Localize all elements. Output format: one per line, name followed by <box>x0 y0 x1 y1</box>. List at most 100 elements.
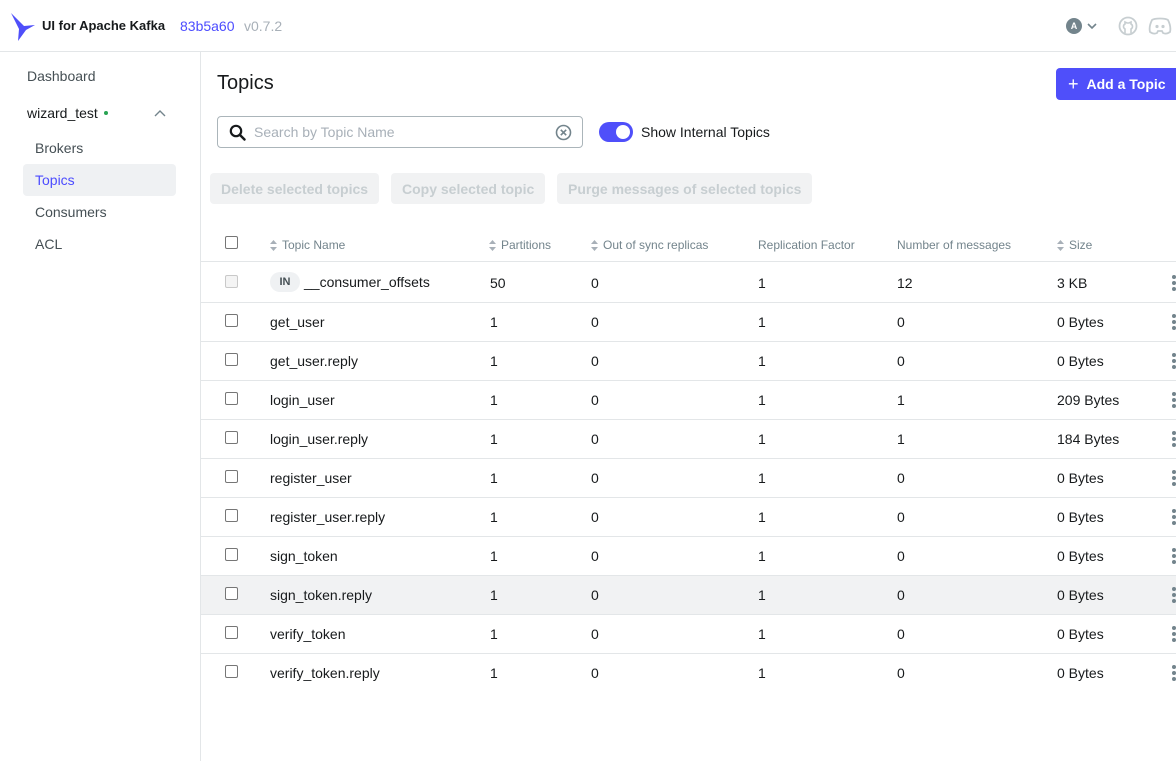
row-checkbox[interactable] <box>225 353 238 366</box>
user-menu[interactable]: A <box>1066 18 1098 34</box>
kafka-logo-icon[interactable] <box>10 12 36 42</box>
size-value: 0 Bytes <box>1057 626 1104 642</box>
topic-name-link[interactable]: get_user.reply <box>270 353 358 369</box>
table-row[interactable]: register_user.reply 1 0 1 0 0 Bytes <box>201 498 1176 537</box>
row-checkbox[interactable] <box>225 392 238 405</box>
more-actions-icon[interactable] <box>1171 586 1176 604</box>
add-topic-button[interactable]: + Add a Topic <box>1056 68 1176 100</box>
column-number-of-messages: Number of messages <box>897 238 1011 252</box>
more-actions-icon[interactable] <box>1171 352 1176 370</box>
topic-name-link[interactable]: login_user <box>270 392 335 408</box>
sidebar-item-brokers[interactable]: Brokers <box>23 132 176 164</box>
plus-icon: + <box>1068 74 1079 94</box>
table-row[interactable]: sign_token 1 0 1 0 0 Bytes <box>201 537 1176 576</box>
topic-name-link[interactable]: sign_token.reply <box>270 587 372 603</box>
sort-icon <box>591 239 598 251</box>
messages-value: 1 <box>897 431 905 447</box>
sidebar-item-consumers[interactable]: Consumers <box>23 196 176 228</box>
more-actions-icon[interactable] <box>1171 469 1176 487</box>
copy-selected-topic-button[interactable]: Copy selected topic <box>391 173 546 204</box>
topic-name-link[interactable]: register_user.reply <box>270 509 385 525</box>
sidebar-item-dashboard[interactable]: Dashboard <box>27 68 96 84</box>
sidebar-item-topics[interactable]: Topics <box>23 164 176 196</box>
sidebar-item-acl[interactable]: ACL <box>23 228 176 260</box>
messages-value: 0 <box>897 548 905 564</box>
out-of-sync-value: 0 <box>591 548 599 564</box>
version-hash-link[interactable]: 83b5a60 <box>180 18 235 34</box>
table-row[interactable]: login_user 1 0 1 1 209 Bytes <box>201 381 1176 420</box>
table-row[interactable]: register_user 1 0 1 0 0 Bytes <box>201 459 1176 498</box>
column-partitions[interactable]: Partitions <box>489 238 551 252</box>
more-actions-icon[interactable] <box>1171 391 1176 409</box>
github-icon[interactable] <box>1118 16 1138 36</box>
toggle-knob <box>616 125 630 139</box>
partitions-value: 1 <box>490 314 498 330</box>
more-actions-icon[interactable] <box>1171 625 1176 643</box>
topic-name-link[interactable]: get_user <box>270 314 324 330</box>
topic-name-link[interactable]: verify_token <box>270 626 345 642</box>
out-of-sync-value: 0 <box>591 431 599 447</box>
messages-value: 0 <box>897 353 905 369</box>
row-checkbox[interactable] <box>225 626 238 639</box>
select-all-checkbox[interactable] <box>225 236 238 249</box>
out-of-sync-value: 0 <box>591 626 599 642</box>
topic-name-link[interactable]: register_user <box>270 470 352 486</box>
more-actions-icon[interactable] <box>1171 664 1176 682</box>
column-topic-name[interactable]: Topic Name <box>270 238 345 252</box>
discord-icon[interactable] <box>1148 16 1172 36</box>
table-row[interactable]: verify_token 1 0 1 0 0 Bytes <box>201 615 1176 654</box>
row-checkbox[interactable] <box>225 587 238 600</box>
row-checkbox[interactable] <box>225 314 238 327</box>
chevron-up-icon[interactable] <box>154 109 166 117</box>
row-checkbox <box>225 275 238 288</box>
table-row[interactable]: sign_token.reply 1 0 1 0 0 Bytes <box>201 576 1176 615</box>
topic-name-link[interactable]: __consumer_offsets <box>304 274 430 290</box>
search-icon <box>229 124 246 141</box>
messages-value: 12 <box>897 275 913 291</box>
search-input[interactable] <box>254 122 544 142</box>
replication-value: 1 <box>758 470 766 486</box>
chevron-down-icon <box>1087 23 1097 30</box>
more-actions-icon[interactable] <box>1171 508 1176 526</box>
sidebar-cluster[interactable]: wizard_test <box>27 105 108 121</box>
out-of-sync-value: 0 <box>591 470 599 486</box>
topic-name-link[interactable]: login_user.reply <box>270 431 368 447</box>
more-actions-icon[interactable] <box>1171 430 1176 448</box>
table-row[interactable]: login_user.reply 1 0 1 1 184 Bytes <box>201 420 1176 459</box>
partitions-value: 1 <box>490 665 498 681</box>
messages-value: 0 <box>897 626 905 642</box>
messages-value: 0 <box>897 314 905 330</box>
more-actions-icon[interactable] <box>1171 313 1176 331</box>
table-row[interactable]: get_user 1 0 1 0 0 Bytes <box>201 303 1176 342</box>
column-out-of-sync-replicas[interactable]: Out of sync replicas <box>591 238 708 252</box>
table-row[interactable]: get_user.reply 1 0 1 0 0 Bytes <box>201 342 1176 381</box>
clear-search-icon[interactable] <box>555 124 572 141</box>
sidebar-item-label: Brokers <box>35 140 84 156</box>
more-actions-icon[interactable] <box>1171 547 1176 565</box>
table-row[interactable]: IN __consumer_offsets 50 0 1 12 3 KB <box>201 263 1176 303</box>
partitions-value: 1 <box>490 626 498 642</box>
replication-value: 1 <box>758 509 766 525</box>
show-internal-topics-toggle[interactable] <box>599 122 633 142</box>
row-checkbox[interactable] <box>225 548 238 561</box>
row-checkbox[interactable] <box>225 470 238 483</box>
table-row[interactable]: verify_token.reply 1 0 1 0 0 Bytes <box>201 654 1176 693</box>
replication-value: 1 <box>758 275 766 291</box>
delete-selected-topics-button[interactable]: Delete selected topics <box>210 173 380 204</box>
row-checkbox[interactable] <box>225 431 238 444</box>
partitions-value: 50 <box>490 275 506 291</box>
row-checkbox[interactable] <box>225 665 238 678</box>
topic-name-link[interactable]: sign_token <box>270 548 338 564</box>
replication-value: 1 <box>758 548 766 564</box>
brand-name[interactable]: UI for Apache Kafka <box>42 18 165 33</box>
user-avatar: A <box>1066 18 1082 34</box>
column-size[interactable]: Size <box>1057 238 1092 252</box>
sidebar-item-label: Consumers <box>35 204 107 220</box>
purge-messages-button[interactable]: Purge messages of selected topics <box>557 173 813 204</box>
row-checkbox[interactable] <box>225 509 238 522</box>
more-actions-icon[interactable] <box>1171 274 1176 292</box>
column-label: Out of sync replicas <box>603 238 709 252</box>
column-label: Size <box>1069 238 1093 252</box>
sidebar-item-label: ACL <box>35 236 63 252</box>
topic-name-link[interactable]: verify_token.reply <box>270 665 380 681</box>
